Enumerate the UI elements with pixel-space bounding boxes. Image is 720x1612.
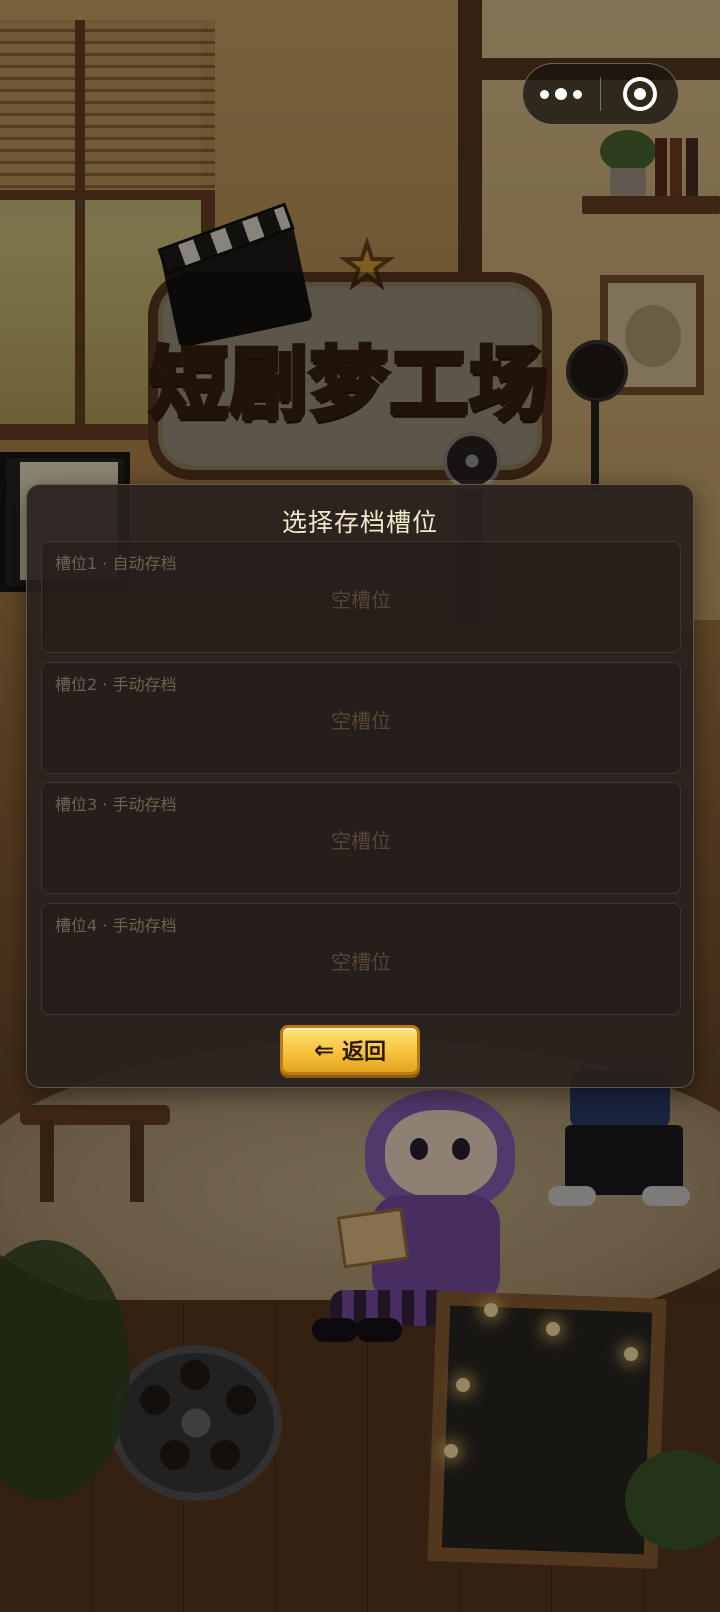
target-close-icon — [622, 77, 657, 111]
dialog-title: 选择存档槽位 — [281, 508, 438, 537]
save-slot-dialog: 选择存档槽位 槽位1 · 自动存档 空槽位 槽位2 · 手动存档 空槽位 槽位3… — [26, 484, 694, 1088]
slot-label: 槽位3 · 手动存档 — [55, 795, 177, 814]
slot-status: 空槽位 — [331, 588, 391, 612]
back-button-label: 返回 — [342, 1040, 387, 1065]
slot-label: 槽位2 · 手动存档 — [55, 675, 177, 694]
save-slot-3[interactable]: 槽位3 · 手动存档 空槽位 — [41, 782, 681, 894]
save-slot-2[interactable]: 槽位2 · 手动存档 空槽位 — [41, 662, 681, 774]
slot-status: 空槽位 — [331, 709, 391, 733]
close-miniprogram-button[interactable] — [601, 63, 678, 125]
slot-label: 槽位4 · 手动存档 — [55, 916, 177, 935]
save-slot-1[interactable]: 槽位1 · 自动存档 空槽位 — [41, 541, 681, 653]
save-slot-4[interactable]: 槽位4 · 手动存档 空槽位 — [41, 903, 681, 1015]
back-button[interactable]: ⇐ 返回 — [280, 1025, 420, 1075]
menu-capsule — [522, 63, 679, 125]
slot-label: 槽位1 · 自动存档 — [55, 554, 177, 573]
more-menu-button[interactable] — [523, 63, 600, 125]
arrow-left-icon: ⇐ — [313, 1036, 335, 1064]
slot-status: 空槽位 — [331, 829, 391, 853]
more-dots-icon — [540, 89, 550, 99]
slot-status: 空槽位 — [331, 950, 391, 974]
